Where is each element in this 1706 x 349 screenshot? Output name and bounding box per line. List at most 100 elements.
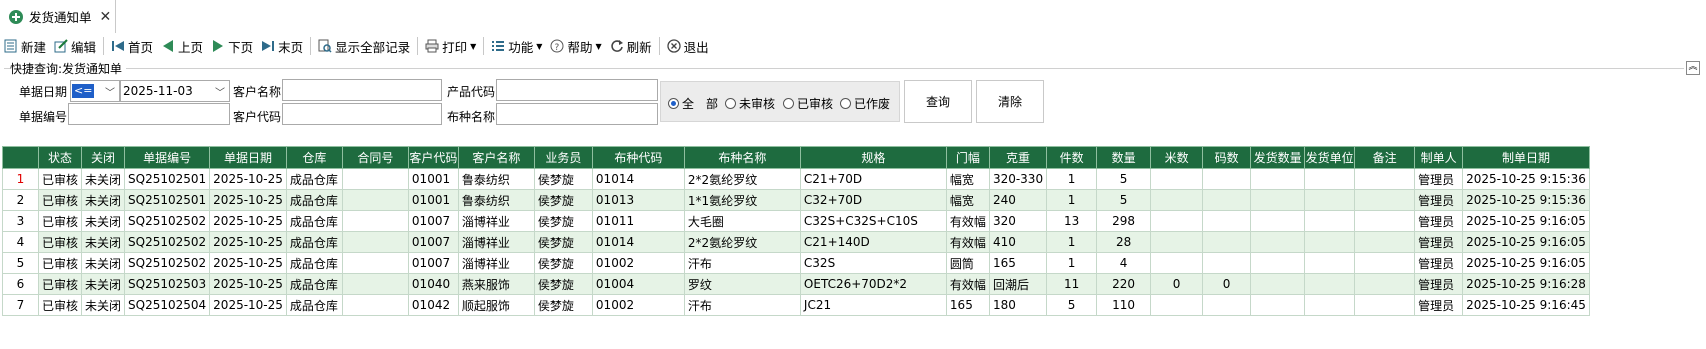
customer-name-input[interactable] [282,79,442,101]
date-picker[interactable]: 2025-11-03 ﹀ [120,80,230,102]
table-cell[interactable]: 淄博祥业 [457,252,535,274]
table-cell[interactable]: 侯梦旋 [533,231,593,253]
column-header[interactable]: 门幅 [945,146,990,169]
row-number-cell[interactable]: 2 [2,189,39,211]
table-cell[interactable]: 01014 [591,168,685,190]
table-cell[interactable] [341,231,409,253]
table-cell[interactable]: 汗布 [683,294,801,316]
column-header[interactable]: 备注 [1354,146,1416,169]
table-cell[interactable]: 管理员 [1414,210,1464,232]
table-cell[interactable] [341,189,409,211]
table-cell[interactable]: 顺起服饰 [457,294,535,316]
table-cell[interactable] [1202,168,1252,190]
table-cell[interactable] [1150,252,1204,274]
table-cell[interactable]: 01042 [407,294,459,316]
last-page-button[interactable]: 末页 [257,35,307,57]
table-cell[interactable]: 成品仓库 [285,210,343,232]
table-cell[interactable]: 2025-10-25 [209,273,287,295]
close-icon[interactable]: ✕ [100,9,112,25]
radio-all[interactable]: 全 部 [668,95,718,112]
table-cell[interactable]: OETC26+70D2*2 [799,273,947,295]
table-cell[interactable]: 未关闭 [81,168,126,190]
table-cell[interactable]: 2025-10-25 [209,168,287,190]
column-header[interactable]: 发货数量 [1250,146,1306,169]
table-row[interactable]: 2 已审核 未关闭 SQ25102501 2025-10-25 成品仓库 01001 鲁泰纺织… [2,189,1590,211]
table-cell[interactable]: 01002 [591,294,685,316]
table-cell[interactable] [1250,252,1306,274]
table-cell[interactable]: 大毛圈 [683,210,801,232]
table-cell[interactable]: 幅宽 [945,168,990,190]
table-cell[interactable]: 1 [1046,189,1098,211]
table-cell[interactable]: 已审核 [37,210,83,232]
table-cell[interactable]: 1 [1046,252,1098,274]
column-header[interactable]: 客户代码 [407,146,459,169]
column-header[interactable]: 业务员 [533,146,593,169]
table-cell[interactable]: 165 [988,252,1048,274]
row-number-cell[interactable]: 3 [2,210,39,232]
table-cell[interactable]: 01007 [407,210,459,232]
table-cell[interactable]: C32+70D [799,189,947,211]
table-cell[interactable]: 已审核 [37,252,83,274]
table-cell[interactable]: 管理员 [1414,189,1464,211]
table-cell[interactable]: SQ25102501 [124,168,211,190]
table-cell[interactable]: 410 [988,231,1048,253]
table-cell[interactable]: C32S+C32S+C10S [799,210,947,232]
table-cell[interactable] [1250,294,1306,316]
table-cell[interactable]: C21+140D [799,231,947,253]
product-code-input[interactable] [496,79,658,101]
table-cell[interactable] [1304,252,1356,274]
function-button[interactable]: 功能 ▼ [487,35,546,57]
table-cell[interactable] [341,168,409,190]
new-button[interactable]: 新建 [0,35,50,57]
table-cell[interactable]: 成品仓库 [285,168,343,190]
table-cell[interactable] [1150,294,1204,316]
table-row[interactable]: 7 已审核 未关闭 SQ25102504 2025-10-25 成品仓库 01042 顺起服饰… [2,294,1590,316]
table-cell[interactable] [1354,189,1416,211]
print-button[interactable]: 打印 ▼ [421,35,480,57]
table-cell[interactable]: 未关闭 [81,294,126,316]
row-number-cell[interactable]: 1 [2,168,39,190]
table-cell[interactable]: 01007 [407,231,459,253]
table-cell[interactable] [341,252,409,274]
table-row[interactable]: 6 已审核 未关闭 SQ25102503 2025-10-25 成品仓库 01040 燕来服饰… [2,273,1590,295]
table-cell[interactable]: SQ25102502 [124,231,211,253]
table-cell[interactable]: 298 [1096,210,1152,232]
table-cell[interactable]: 圆筒 [945,252,990,274]
doc-no-input[interactable] [68,103,230,125]
table-cell[interactable]: 165 [945,294,990,316]
table-cell[interactable]: 已审核 [37,168,83,190]
table-cell[interactable]: 1*1氨纶罗纹 [683,189,801,211]
table-cell[interactable] [1202,189,1252,211]
table-cell[interactable]: 侯梦旋 [533,252,593,274]
table-cell[interactable] [341,294,409,316]
table-cell[interactable]: 01004 [591,273,685,295]
table-cell[interactable] [1354,273,1416,295]
table-cell[interactable]: 13 [1046,210,1098,232]
table-cell[interactable]: C32S [799,252,947,274]
table-cell[interactable]: 01040 [407,273,459,295]
table-cell[interactable]: 01001 [407,189,459,211]
column-header[interactable]: 关闭 [81,146,126,169]
table-cell[interactable]: 未关闭 [81,231,126,253]
column-header[interactable]: 发货单位 [1304,146,1356,169]
table-row[interactable]: 4 已审核 未关闭 SQ25102502 2025-10-25 成品仓库 01007 淄博祥业… [2,231,1590,253]
refresh-button[interactable]: 刷新 [606,35,656,57]
clear-button[interactable]: 清除 [976,80,1044,123]
table-row[interactable]: 1 已审核 未关闭 SQ25102501 2025-10-25 成品仓库 01001 鲁泰纺织… [2,168,1590,190]
table-cell[interactable]: 5 [1046,294,1098,316]
table-cell[interactable]: 管理员 [1414,273,1464,295]
next-page-button[interactable]: 下页 [207,35,257,57]
table-cell[interactable]: 侯梦旋 [533,210,593,232]
table-cell[interactable]: 2*2氨纶罗纹 [683,168,801,190]
tab-delivery-notice[interactable]: 发货通知单 ✕ [0,0,116,33]
table-cell[interactable]: 汗布 [683,252,801,274]
customer-code-input[interactable] [282,103,442,125]
table-cell[interactable] [1150,210,1204,232]
table-cell[interactable] [1304,210,1356,232]
table-cell[interactable] [1202,210,1252,232]
table-cell[interactable]: SQ25102502 [124,210,211,232]
table-cell[interactable]: 4 [1096,252,1152,274]
table-cell[interactable]: 淄博祥业 [457,210,535,232]
table-cell[interactable]: 管理员 [1414,231,1464,253]
table-cell[interactable]: 管理员 [1414,252,1464,274]
